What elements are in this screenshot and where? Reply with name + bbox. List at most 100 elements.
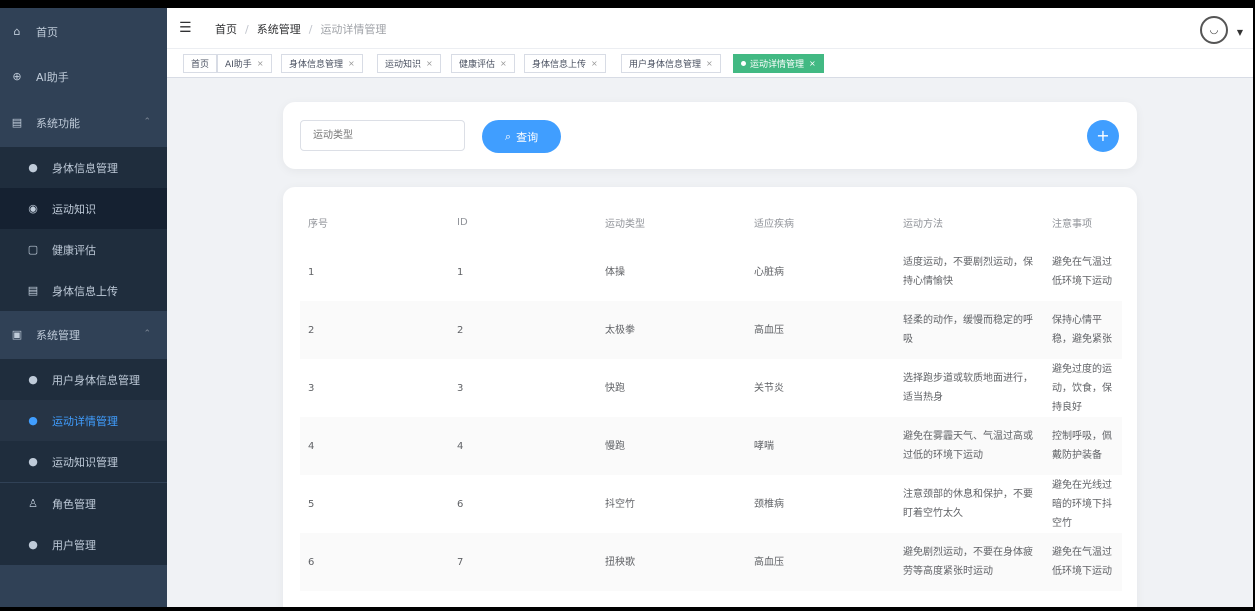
tag-body-info[interactable]: 身体信息管理 × bbox=[281, 54, 363, 73]
breadcrumb-item-system[interactable]: 系统管理 bbox=[257, 23, 301, 36]
sidebar-item-label: 用户管理 bbox=[52, 538, 96, 552]
table-cell: 避免在气温过低环境下运动 bbox=[1052, 257, 1112, 287]
search-panel: ⌕ 查询 + bbox=[283, 102, 1137, 169]
sidebar-item-system-functions[interactable]: ▤ 系统功能 ⌃ bbox=[0, 102, 167, 143]
table-cell: 避免剧烈运动，不要在身体疲劳等高度紧张时运动 bbox=[895, 533, 1044, 591]
close-icon[interactable]: × bbox=[426, 59, 433, 68]
table-cell: 颈椎病 bbox=[754, 498, 784, 510]
table-cell: 太极拳 bbox=[597, 301, 746, 359]
sidebar-item-label: 身体信息上传 bbox=[52, 284, 118, 298]
close-icon[interactable]: × bbox=[257, 59, 264, 68]
sidebar-item-body-info[interactable]: ● 身体信息管理 bbox=[0, 147, 167, 188]
column-header: ID bbox=[457, 216, 468, 228]
table-cell: 关节炎 bbox=[754, 382, 784, 394]
sidebar-item-body-info-upload[interactable]: ▤ 身体信息上传 bbox=[0, 270, 167, 311]
search-icon: ⌕ bbox=[504, 129, 512, 143]
briefcase-icon: ▣ bbox=[11, 328, 23, 341]
tag-exercise-detail[interactable]: 运动详情管理 × bbox=[733, 54, 824, 73]
table-cell: 2 bbox=[300, 301, 449, 359]
sidebar-item-health-assessment[interactable]: ▢ 健康评估 bbox=[0, 229, 167, 270]
table-cell: 3 bbox=[308, 382, 315, 394]
table-cell: 7 bbox=[449, 533, 597, 591]
user-icon: ● bbox=[28, 373, 38, 386]
table-cell: 高血压 bbox=[746, 301, 895, 359]
sidebar-item-label: 身体信息管理 bbox=[52, 161, 118, 175]
table-cell: 4 bbox=[300, 417, 449, 475]
table-cell: 控制呼吸，佩戴防护装备 bbox=[1044, 417, 1122, 475]
tag-label: 首页 bbox=[191, 60, 210, 70]
breadcrumb-item-home[interactable]: 首页 bbox=[215, 23, 237, 36]
sidebar-item-label: 运动知识 bbox=[52, 202, 96, 216]
table-cell: 轻柔的动作，缓慢而稳定的呼吸 bbox=[895, 301, 1044, 359]
user-icon: ● bbox=[28, 414, 38, 427]
table-cell: 快跑 bbox=[605, 382, 625, 394]
table-cell: 选择跑步道或软质地面进行，适当热身 bbox=[903, 373, 1033, 403]
tag-label: 运动详情管理 bbox=[750, 60, 805, 70]
sidebar-item-label: 健康评估 bbox=[52, 243, 96, 257]
breadcrumb-item-current: 运动详情管理 bbox=[320, 23, 387, 36]
close-icon[interactable]: × bbox=[706, 59, 713, 68]
document-icon: ▤ bbox=[27, 284, 39, 297]
tag-label: 健康评估 bbox=[459, 60, 496, 70]
app-window: ⌂ 首页 ⊕ AI助手 ▤ 系统功能 ⌃ ● 身体信息管理 ◉ 运动知识 ▢ 健… bbox=[0, 8, 1253, 607]
sidebar-item-home[interactable]: ⌂ 首页 bbox=[0, 11, 167, 52]
sidebar-item-ai-assistant[interactable]: ⊕ AI助手 bbox=[0, 56, 167, 97]
sidebar-item-label: 运动详情管理 bbox=[52, 414, 118, 428]
table-cell: 注意颈部的休息和保护，不要盯着空竹太久 bbox=[903, 489, 1033, 519]
sidebar-item-label: AI助手 bbox=[36, 70, 69, 84]
avatar[interactable]: ◡ bbox=[1200, 16, 1228, 44]
active-dot-icon bbox=[741, 61, 746, 66]
tag-home[interactable]: 首页 bbox=[183, 54, 218, 73]
column-header: 运动方法 bbox=[903, 218, 943, 230]
table-cell: 体操 bbox=[605, 266, 625, 278]
sidebar-item-exercise-knowledge-management[interactable]: ● 运动知识管理 bbox=[0, 441, 167, 482]
close-icon[interactable]: × bbox=[809, 59, 816, 68]
sidebar-item-system-management[interactable]: ▣ 系统管理 ⌃ bbox=[0, 314, 167, 355]
chevron-up-icon: ⌃ bbox=[143, 117, 151, 127]
table-header-row: 序号 ID 运动类型 适应疾病 运动方法 注意事项 bbox=[300, 201, 1122, 243]
document-icon: ▤ bbox=[11, 116, 23, 129]
sidebar-item-label: 系统管理 bbox=[36, 328, 80, 342]
chevron-up-icon: ⌃ bbox=[143, 329, 151, 339]
sidebar-item-role-management[interactable]: ♙ 角色管理 bbox=[0, 483, 167, 524]
tag-exercise-knowledge[interactable]: 运动知识 × bbox=[377, 54, 441, 73]
add-button[interactable]: + bbox=[1087, 120, 1119, 152]
close-icon[interactable]: × bbox=[500, 59, 507, 68]
table-cell: 避免过度的运动，饮食，保持良好 bbox=[1052, 363, 1112, 413]
sidebar-item-label: 角色管理 bbox=[52, 497, 96, 511]
navbar: ☰ 首页 / 系统管理 / 运动详情管理 ◡ ▼ bbox=[167, 8, 1253, 48]
sidebar-item-user-management[interactable]: ● 用户管理 bbox=[0, 524, 167, 565]
tag-user-body-info[interactable]: 用户身体信息管理 × bbox=[621, 54, 721, 73]
sidebar-item-label: 用户身体信息管理 bbox=[52, 373, 140, 387]
table-row[interactable]: 6 7 扭秧歌 高血压 避免剧烈运动，不要在身体疲劳等高度紧张时运动 避免在气温… bbox=[300, 533, 1122, 591]
table-row[interactable]: 3 3 快跑 关节炎 选择跑步道或软质地面进行，适当热身 避免过度的运动，饮食，… bbox=[300, 359, 1122, 417]
sidebar-item-user-body-info[interactable]: ● 用户身体信息管理 bbox=[0, 359, 167, 400]
tag-body-info-upload[interactable]: 身体信息上传 × bbox=[524, 54, 606, 73]
table-cell: 扭秧歌 bbox=[597, 533, 746, 591]
tag-label: AI助手 bbox=[225, 60, 252, 70]
person-outline-icon: ♙ bbox=[28, 497, 38, 510]
sidebar-item-label: 首页 bbox=[36, 25, 58, 39]
sidebar-item-label: 系统功能 bbox=[36, 116, 80, 130]
table-row[interactable]: 4 4 慢跑 哮喘 避免在雾霾天气、气温过高或过低的环境下运动 控制呼吸，佩戴防… bbox=[300, 417, 1122, 475]
table-row[interactable]: 5 6 抖空竹 颈椎病 注意颈部的休息和保护，不要盯着空竹太久 避免在光线过暗的… bbox=[300, 475, 1122, 533]
sidebar-item-exercise-detail[interactable]: ● 运动详情管理 bbox=[0, 400, 167, 441]
exercise-type-search-input[interactable] bbox=[300, 120, 465, 151]
table-cell: 1 bbox=[308, 266, 315, 278]
hamburger-icon[interactable]: ☰ bbox=[179, 20, 192, 36]
table-row[interactable]: 1 1 体操 心脏病 适度运动，不要剧烈运动，保持心情愉快 避免在气温过低环境下… bbox=[300, 243, 1122, 301]
tag-ai-assistant[interactable]: AI助手 × bbox=[217, 54, 272, 73]
column-header: 运动类型 bbox=[605, 218, 645, 230]
close-icon[interactable]: × bbox=[348, 59, 355, 68]
breadcrumb: 首页 / 系统管理 / 运动详情管理 bbox=[215, 23, 387, 36]
caret-down-icon[interactable]: ▼ bbox=[1237, 28, 1243, 37]
table-cell: 6 bbox=[457, 498, 464, 510]
table-row[interactable]: 2 2 太极拳 高血压 轻柔的动作，缓慢而稳定的呼吸 保持心情平稳，避免紧张 bbox=[300, 301, 1122, 359]
search-button[interactable]: ⌕ 查询 bbox=[482, 120, 561, 153]
user-icon: ● bbox=[28, 161, 38, 174]
tag-label: 运动知识 bbox=[385, 60, 422, 70]
tag-health-assessment[interactable]: 健康评估 × bbox=[451, 54, 515, 73]
table-cell: 抖空竹 bbox=[605, 498, 635, 510]
close-icon[interactable]: × bbox=[591, 59, 598, 68]
sidebar-item-exercise-knowledge[interactable]: ◉ 运动知识 bbox=[0, 188, 167, 229]
